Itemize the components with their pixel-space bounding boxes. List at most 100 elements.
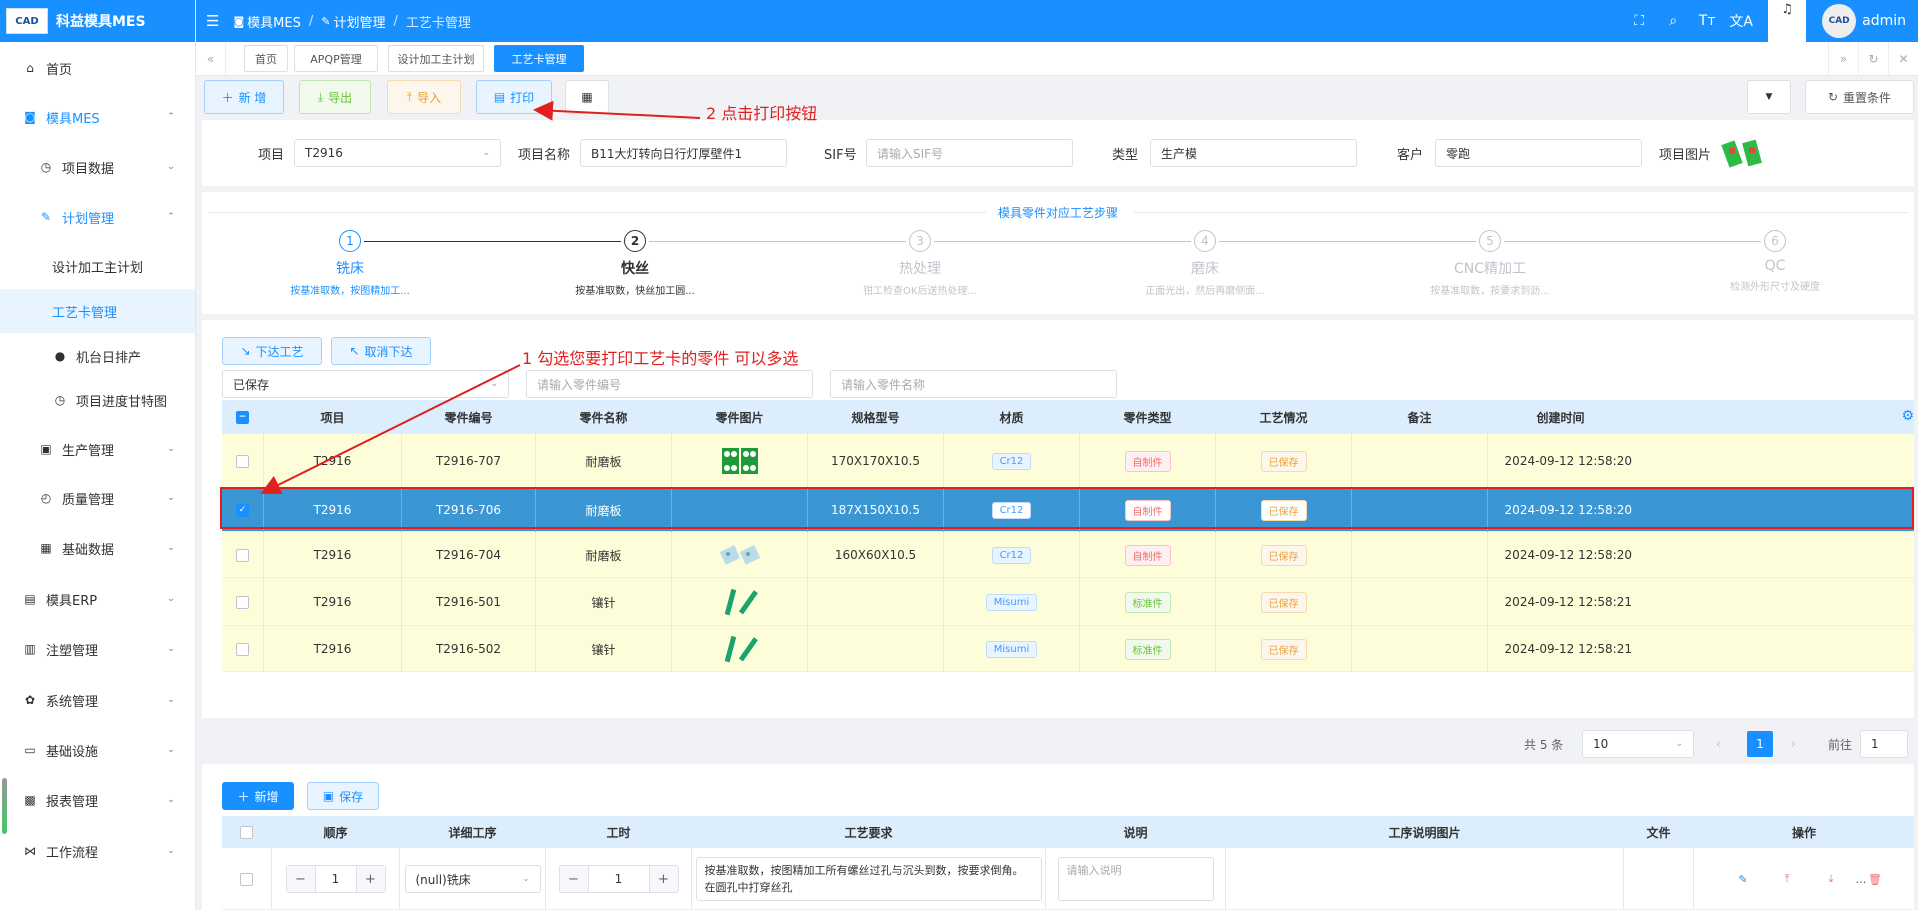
print-button[interactable]: ▤ 打印 [476, 80, 552, 114]
column-header[interactable]: 文件 [1624, 816, 1694, 848]
minus-icon[interactable]: − [286, 866, 315, 892]
column-header[interactable]: 零件名称 [536, 400, 672, 434]
edit-icon[interactable]: ✎ [1736, 872, 1750, 886]
close-all-icon[interactable]: ✕ [1888, 42, 1918, 76]
row-checkbox[interactable] [236, 454, 249, 468]
add-button[interactable]: ＋新 增 [204, 80, 284, 114]
more-icon[interactable]: … [1854, 872, 1868, 886]
scroll-left-icon[interactable]: « [196, 42, 226, 76]
delete-icon[interactable]: 🗑 [1868, 872, 1882, 886]
sidebar-item[interactable]: ▩ 报表管理 ⌄ [0, 778, 195, 822]
sidebar-item[interactable]: ◷ 项目数据 ⌄ [0, 145, 195, 189]
column-header[interactable]: 详细工序 [400, 816, 546, 848]
step-item[interactable]: 5 CNC精加工 按基准取数，按要求到沥... [1390, 230, 1590, 297]
user-menu[interactable]: CAD admin [1816, 0, 1918, 42]
goto-page-input[interactable]: 1 [1860, 730, 1908, 758]
column-header[interactable]: 顺序 [272, 816, 400, 848]
table-row[interactable]: T2916 T2916-704 耐磨板 160X60X10.5 Cr12 自制件 已保存 20… [222, 532, 1914, 578]
column-header[interactable]: 创建时间 [1488, 400, 1634, 434]
scroll-right-icon[interactable]: » [1828, 42, 1858, 76]
prev-page-icon[interactable]: ‹ [1716, 730, 1721, 758]
breadcrumb-item[interactable]: 计划管理 [333, 12, 385, 31]
sidebar-item[interactable]: ⌂ 首页 [0, 46, 195, 90]
column-header[interactable]: 零件编号 [402, 400, 536, 434]
sidebar-item[interactable]: ◙ 模具MES ⌃ [0, 95, 195, 139]
project-image-thumbnail[interactable] [1721, 138, 1767, 170]
table-settings-icon[interactable]: ⚙ [1901, 408, 1914, 424]
table-row[interactable]: T2916 T2916-502 镶针 Misumi 标准件 已保存 2024-09-12 1… [222, 626, 1914, 672]
export-button[interactable]: ⤓ 导出 [299, 80, 371, 114]
table-row[interactable]: T2916 T2916-501 镶针 Misumi 标准件 已保存 2024-09-12 1… [222, 578, 1914, 626]
sidebar-item[interactable]: ▥ 注塑管理 ⌄ [0, 627, 195, 671]
note-textarea[interactable]: 请输入说明 [1057, 857, 1214, 901]
process-select-all-checkbox[interactable] [240, 825, 253, 839]
part-thumbnail[interactable] [720, 587, 760, 617]
column-header[interactable]: 说明 [1046, 816, 1226, 848]
fullscreen-icon[interactable]: ⛶ [1622, 0, 1656, 42]
row-checkbox[interactable]: ✓ [236, 503, 249, 517]
step-item[interactable]: 3 热处理 钳工检查OK后送热处理... [820, 230, 1020, 297]
import-button[interactable]: ⤒ 导入 [387, 80, 461, 114]
part-thumbnail[interactable] [719, 540, 760, 570]
font-size-icon[interactable]: Tт [1690, 0, 1724, 42]
type-field[interactable]: 生产模 [1150, 139, 1357, 167]
sidebar-item[interactable]: ▣ 生产管理 ⌄ [0, 427, 195, 471]
customer-field[interactable]: 零跑 [1435, 139, 1642, 167]
sidebar-item[interactable]: 工艺卡管理 [0, 289, 195, 333]
issue-process-button[interactable]: ↘ 下达工艺 [222, 337, 322, 365]
move-down-icon[interactable]: ⤓ [1824, 872, 1838, 886]
step-item[interactable]: 6 QC 检测外形尺寸及硬度 [1675, 230, 1875, 293]
column-header[interactable]: 项目 [264, 400, 402, 434]
part-thumbnail[interactable] [721, 446, 759, 476]
search-icon[interactable]: ⌕ [1656, 0, 1690, 42]
column-header[interactable]: 备注 [1352, 400, 1488, 434]
row-checkbox[interactable] [236, 642, 249, 656]
project-name-field[interactable]: B11大灯转向日行灯厚壁件1 [580, 139, 787, 167]
part-code-search-input[interactable]: 请输入零件编号 [526, 370, 813, 398]
sidebar-item[interactable]: ▤ 模具ERP ⌄ [0, 577, 195, 621]
order-stepper[interactable]: − 1 + [285, 865, 386, 893]
sidebar-item[interactable]: ⋈ 工作流程 ⌄ [0, 829, 195, 873]
process-row-checkbox[interactable] [240, 872, 253, 886]
move-up-icon[interactable]: ⤒ [1780, 872, 1794, 886]
sidebar-item[interactable]: ◷ 项目进度甘特图 [0, 378, 195, 422]
status-filter-select[interactable]: 已保存 ⌄ [222, 370, 509, 398]
requirement-textarea[interactable]: 按基准取数，按图精加工所有螺丝过孔与沉头到数，按要求倒角。在圆孔中打穿丝孔 [695, 857, 1042, 901]
column-header[interactable]: 工艺要求 [692, 816, 1046, 848]
column-header[interactable]: 工艺情况 [1216, 400, 1352, 434]
select-all-checkbox[interactable]: − [236, 410, 249, 424]
plus-icon[interactable]: + [356, 866, 385, 892]
cancel-issue-button[interactable]: ↖ 取消下达 [331, 337, 431, 365]
page-size-select[interactable]: 10 ⌄ [1582, 730, 1694, 758]
row-checkbox[interactable] [236, 548, 249, 562]
columns-button[interactable]: ▦ [565, 80, 609, 114]
column-header[interactable]: 工序说明图片 [1226, 816, 1624, 848]
sidebar-item[interactable]: ● 机台日排产 [0, 334, 195, 378]
column-header[interactable]: 材质 [944, 400, 1080, 434]
detail-step-select[interactable]: (null)铣床 ⌄ [404, 865, 541, 893]
tag-home[interactable]: 首页 [244, 45, 288, 72]
table-row[interactable]: ✓ T2916 T2916-706 耐磨板 187X150X10.5 Cr12 自制件 已保存… [222, 488, 1914, 532]
column-header[interactable]: 操作 [1694, 816, 1914, 848]
refresh-icon[interactable]: ↻ [1858, 42, 1888, 76]
column-header[interactable]: 零件类型 [1080, 400, 1216, 434]
column-header[interactable]: 零件图片 [672, 400, 808, 434]
reset-conditions-button[interactable]: ↻ 重置条件 [1805, 80, 1914, 114]
sidebar-item[interactable]: 设计加工主计划 [0, 244, 195, 288]
sidebar-item[interactable]: ▭ 基础设施 ⌄ [0, 728, 195, 772]
page-number-active[interactable]: 1 [1747, 731, 1773, 757]
hours-stepper[interactable]: − 1 + [558, 865, 679, 893]
row-checkbox[interactable] [236, 595, 249, 609]
column-header[interactable]: 工时 [546, 816, 692, 848]
sidebar-item[interactable]: ✿ 系统管理 ⌄ [0, 678, 195, 722]
sif-input[interactable]: 请输入SIF号 [866, 139, 1073, 167]
plus-icon[interactable]: + [649, 866, 678, 892]
save-process-button[interactable]: ▣ 保存 [307, 782, 379, 810]
tag-design-plan[interactable]: 设计加工主计划 [388, 45, 484, 72]
breadcrumb-item[interactable]: 模具MES [247, 12, 301, 31]
project-select[interactable]: T2916 ⌄ [294, 139, 501, 167]
tag-apqp[interactable]: APQP管理 [294, 45, 378, 72]
table-row[interactable]: T2916 T2916-707 耐磨板 170X170X10.5 Cr12 自制件 已保存 2… [222, 434, 1914, 488]
sidebar-item[interactable]: ✎ 计划管理 ⌃ [0, 195, 195, 239]
step-item[interactable]: 2 快丝 按基准取数，快丝加工圆... [535, 230, 735, 297]
